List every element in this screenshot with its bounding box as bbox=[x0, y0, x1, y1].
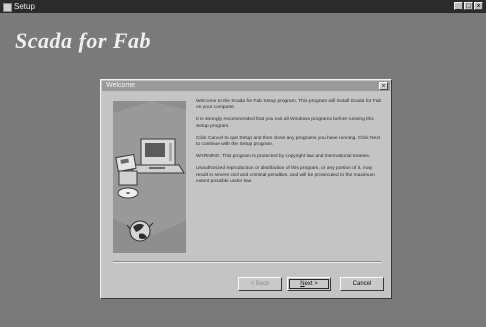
setup-illustration bbox=[113, 101, 186, 253]
window-title: Setup bbox=[14, 2, 35, 11]
app-banner-title: Scada for Fab bbox=[15, 28, 152, 53]
next-button[interactable]: Next > bbox=[287, 277, 331, 291]
welcome-paragraph: Welcome to the Scada for Fab Setup progr… bbox=[196, 99, 382, 111]
penalty-paragraph: Unauthorized reproduction or distributio… bbox=[196, 166, 375, 185]
warning-paragraph: WARNING: This program is protected by co… bbox=[196, 154, 371, 160]
dialog-close-button[interactable]: × bbox=[379, 82, 388, 90]
instructions-paragraph: Click Cancel to quit Setup and then clos… bbox=[196, 135, 381, 148]
dialog-titlebar: Welcome × bbox=[102, 81, 390, 91]
minimize-button[interactable]: _ bbox=[454, 2, 463, 10]
welcome-text: Welcome to the Scada for Fab Setup progr… bbox=[196, 99, 384, 191]
illustration-graphic bbox=[113, 101, 186, 253]
app-icon bbox=[3, 3, 12, 12]
setup-dialog: Welcome × Welcome to the Scada for Fab S… bbox=[100, 79, 392, 299]
window-controls: _ □ × bbox=[454, 2, 483, 10]
back-button[interactable]: < Back bbox=[238, 277, 282, 291]
close-button[interactable]: × bbox=[474, 2, 483, 10]
button-separator bbox=[113, 261, 381, 263]
dialog-title: Welcome bbox=[106, 82, 136, 89]
disks-icon bbox=[115, 153, 139, 199]
maximize-button[interactable]: □ bbox=[464, 2, 473, 10]
cancel-button[interactable]: Cancel bbox=[340, 277, 384, 291]
recommendation-paragraph: It is strongly recommended that you exit… bbox=[196, 117, 374, 129]
window-titlebar: Setup _ □ × bbox=[0, 0, 486, 13]
next-label: ext > bbox=[304, 281, 318, 287]
